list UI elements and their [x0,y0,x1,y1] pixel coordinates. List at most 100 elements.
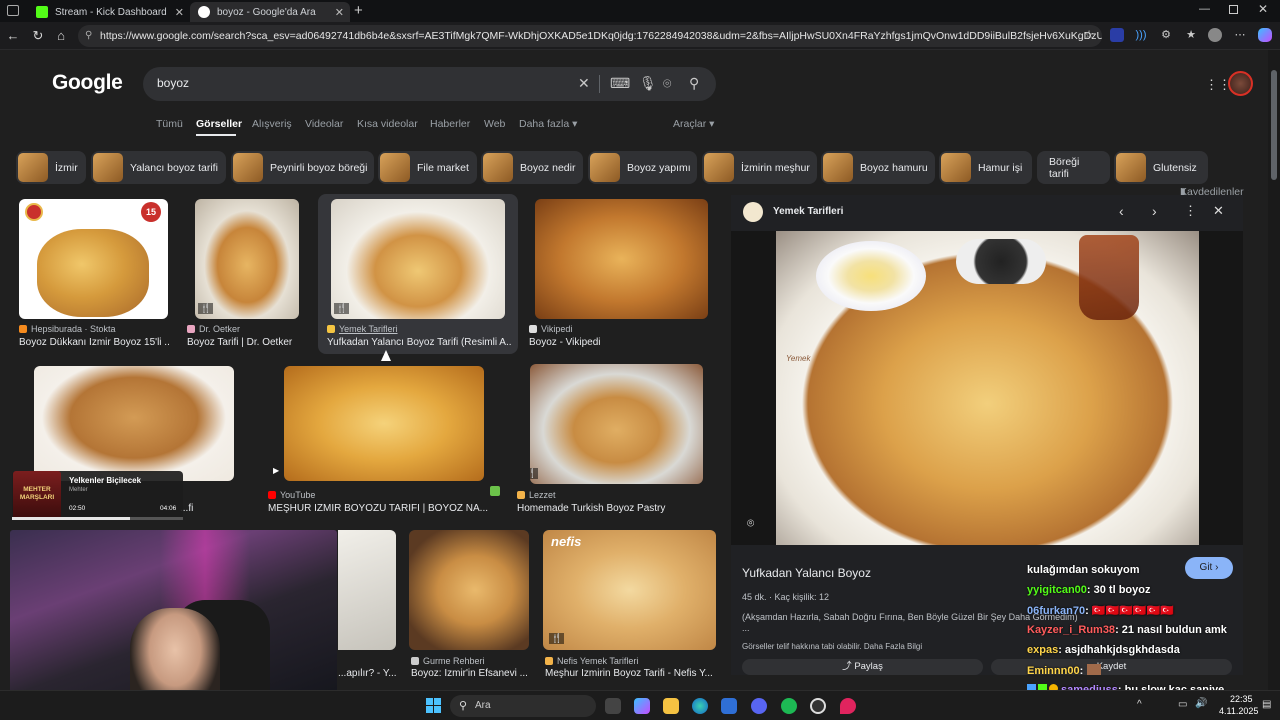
extension-icon[interactable] [1110,28,1124,42]
new-tab-button[interactable]: + [354,2,363,19]
close-icon[interactable]: ✕ [1213,203,1224,219]
result-title[interactable]: Boyoz: İzmir'in Efsanevi ... [411,668,531,679]
result-source[interactable]: Dr. Oetker [187,324,240,334]
preview-image[interactable]: Yemek [776,231,1199,545]
keyboard-icon[interactable]: ⌨ [610,75,630,92]
result-title[interactable]: Boyoz - Vikipedi [529,337,699,348]
site-info-icon[interactable]: ⚲ [85,25,92,47]
panel-title[interactable]: Yufkadan Yalancı Boyoz [742,566,871,580]
result-image[interactable] [338,530,396,650]
copilot-app-icon[interactable] [634,698,650,714]
menu-icon[interactable]: ⋯ [1233,28,1247,42]
share-button[interactable]: ⤴ Paylaş [742,659,983,675]
favorites-icon[interactable]: ★ [1184,28,1198,42]
close-icon[interactable]: ✕ [335,6,344,19]
chip-boyoz-nedir[interactable]: Boyoz nedir [481,151,583,184]
chip-boyoz-hamuru[interactable]: Boyoz hamuru [821,151,935,184]
result-title[interactable]: MEŞHUR İZMİR BOYOZU TARİFİ | BOYOZ NA... [268,503,488,514]
result-title[interactable]: ...fi [180,503,210,514]
store-icon[interactable] [721,698,737,714]
search-box[interactable]: boyoz ✕ ⌨ 🎙 ⌾ ⚲ [143,67,716,101]
clock-time[interactable]: 22:35 [1230,694,1253,704]
tab-more[interactable]: Daha fazla ▾ [519,118,577,130]
discord-icon[interactable] [751,698,767,714]
result-source[interactable]: Lezzet [517,490,556,500]
clock-date[interactable]: 4.11.2025 [1219,706,1258,716]
bookmark-star-icon[interactable]: ☆ [1082,28,1096,42]
tray-chevron-icon[interactable]: ^ [1137,699,1142,710]
back-icon[interactable]: ← [5,28,21,43]
scroll-thumb[interactable] [1271,70,1277,180]
chip-yalanci-boyoz[interactable]: Yalancı boyoz tarifi [91,151,226,184]
next-icon[interactable]: › [1152,203,1157,219]
result-title[interactable]: Boyoz Tarifi | Dr. Oetker [187,337,307,348]
profile-icon[interactable] [1208,28,1222,42]
result-source[interactable]: Gurme Rehberi [411,656,485,666]
chip-boregi-tarifi[interactable]: Böreği tarifi [1037,151,1110,184]
lens-icon[interactable]: ⌾ [663,75,671,92]
minimize-button[interactable]: — [1199,3,1210,15]
home-icon[interactable]: ⌂ [53,28,69,43]
search-icon[interactable]: ⚲ [689,75,699,92]
chip-glutensiz[interactable]: Glutensiz [1114,151,1208,184]
result-title[interactable]: Boyoz Dükkanı İzmir Boyoz 15'li ... [19,337,169,348]
read-aloud-icon[interactable]: ))) [1134,28,1148,42]
result-image[interactable]: nefis 🍴 [543,530,716,650]
result-image[interactable] [284,366,484,481]
result-image[interactable]: 15 [19,199,168,319]
chip-izmirin-meshur[interactable]: İzmirin meşhur [702,151,817,184]
result-image[interactable] [535,199,708,319]
notification-icon[interactable]: ▤ [1262,699,1271,710]
maximize-button[interactable] [1229,5,1238,14]
url-field[interactable]: ⚲ https://www.google.com/search?sca_esv=… [78,25,1102,47]
microphone-icon[interactable]: 🎙 [639,75,657,92]
tab-google[interactable]: boyoz - Google'da Ara ✕ [190,2,350,22]
result-image[interactable]: 🍴 [331,199,505,319]
google-logo[interactable]: Google [52,71,123,95]
result-source[interactable]: Vikipedi [529,324,572,334]
tab-all[interactable]: Tümü [156,118,183,130]
result-title[interactable]: ...apılır? - Y... [338,668,398,679]
more-options-icon[interactable]: ⋮ [1184,203,1197,219]
tab-shopping[interactable]: Alışveriş [252,118,292,130]
more-info-link[interactable]: Daha Fazla Bilgi [864,642,922,651]
obs-icon[interactable] [810,698,826,714]
chip-file-market[interactable]: File market [378,151,477,184]
chip-hamur-isi[interactable]: Hamur işi [939,151,1032,184]
tab-web[interactable]: Web [484,118,505,130]
start-icon[interactable] [426,698,441,713]
panel-source[interactable]: Yemek Tarifleri [773,206,843,217]
page-scrollbar[interactable] [1268,50,1280,690]
chip-izmir[interactable]: İzmir [16,151,86,184]
tab-kick[interactable]: Stream - Kick Dashboard ✕ [28,2,190,22]
clear-icon[interactable]: ✕ [578,75,590,92]
close-icon[interactable]: ✕ [175,6,184,19]
chip-peynirli[interactable]: Peynirli boyoz böreği [231,151,374,184]
result-image[interactable]: 🍴 [195,199,299,319]
result-image[interactable] [34,366,234,481]
search-input[interactable]: boyoz [157,76,189,90]
avatar[interactable] [1228,71,1253,96]
file-explorer-icon[interactable] [663,698,679,714]
prev-icon[interactable]: ‹ [1119,203,1124,219]
chip-boyoz-yapimi[interactable]: Boyoz yapımı [588,151,697,184]
network-icon[interactable]: ▭ [1178,699,1187,710]
task-view-icon[interactable] [605,698,621,714]
reload-icon[interactable]: ↻ [30,28,46,44]
result-image[interactable] [409,530,529,650]
maps-pin-icon[interactable] [840,698,856,714]
volume-icon[interactable]: 🔊 [1195,698,1207,709]
taskbar-search[interactable]: ⚲ Ara [450,695,596,717]
result-source[interactable]: Yemek Tarifleri [327,324,398,334]
result-title[interactable]: Yufkadan Yalancı Boyoz Tarifi (Resimli A… [327,337,512,348]
result-source[interactable]: Nefis Yemek Tarifleri [545,656,638,666]
edge-icon[interactable] [692,698,708,714]
tab-videos[interactable]: Videolar [305,118,343,130]
close-window-button[interactable]: ✕ [1258,2,1268,16]
tab-actions-icon[interactable] [7,5,19,16]
tab-images[interactable]: Görseller [196,118,242,130]
copilot-icon[interactable] [1258,28,1272,42]
tools-button[interactable]: Araçlar ▾ [673,118,714,130]
tab-short-videos[interactable]: Kısa videolar [357,118,418,130]
result-source[interactable]: Hepsiburada · Stokta [19,324,116,334]
